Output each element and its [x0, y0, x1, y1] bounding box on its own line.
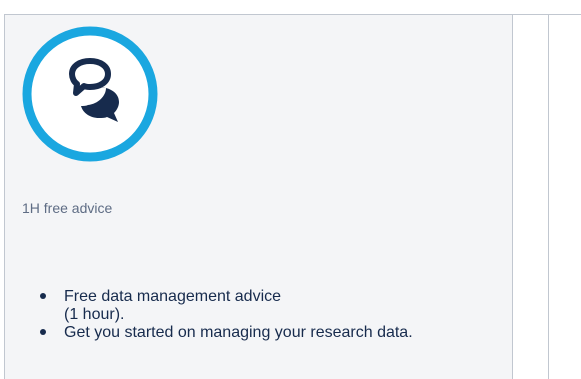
table-top-border — [4, 14, 581, 15]
advice-label: 1H free advice — [22, 200, 113, 216]
bullet-item: Get you started on managing your researc… — [40, 324, 413, 342]
page: 1H free advice Free data management advi… — [0, 0, 581, 379]
bullet-text: Get you started on managing your researc… — [64, 324, 413, 341]
bullet-text-continuation: (1 hour). — [64, 306, 125, 323]
column-divider-1 — [512, 14, 513, 379]
bullet-item: Free data management advice (1 hour). — [40, 288, 413, 324]
table-left-border — [4, 14, 5, 379]
column-divider-2 — [548, 14, 549, 379]
chat-bubbles-icon — [22, 26, 158, 162]
advice-bullets: Free data management advice (1 hour). Ge… — [34, 288, 413, 342]
bullet-text: Free data management advice — [64, 288, 282, 305]
